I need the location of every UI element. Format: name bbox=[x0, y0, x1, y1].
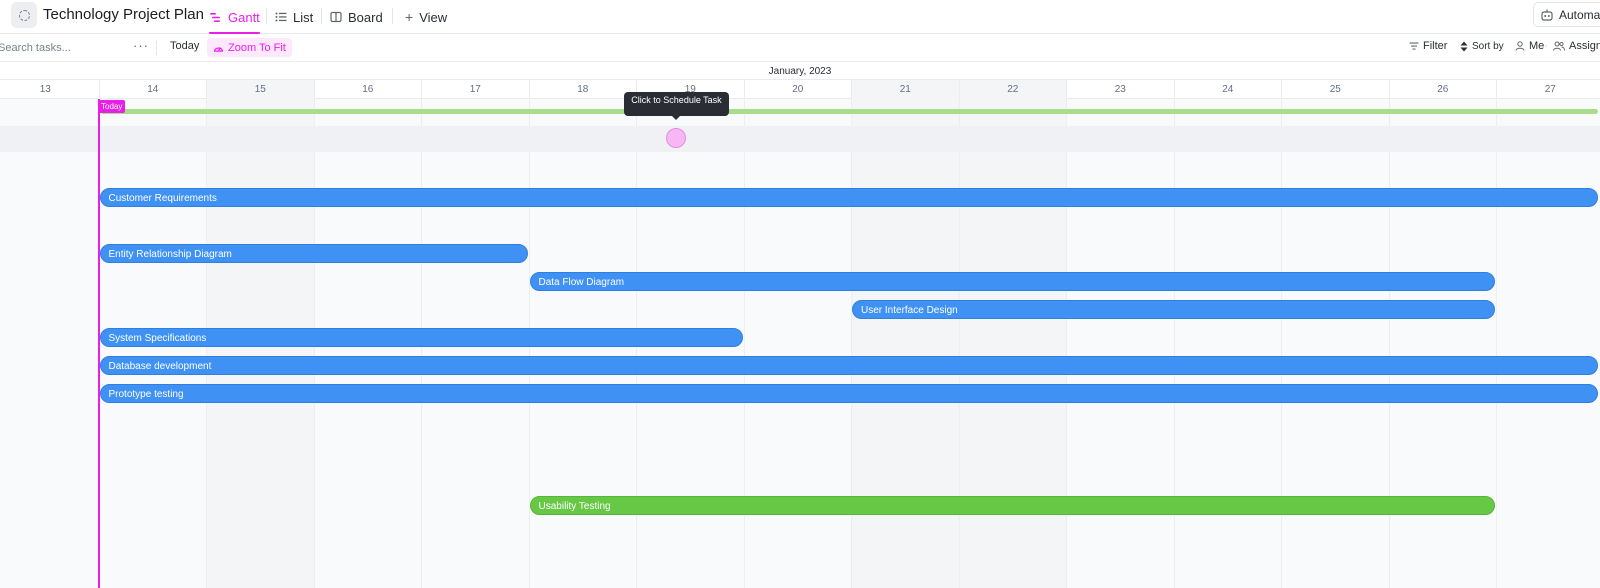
task-bar-label: Customer Requirements bbox=[108, 193, 217, 204]
tab-board-label: Board bbox=[348, 9, 383, 25]
task-bar-label: Entity Relationship Diagram bbox=[108, 249, 232, 260]
task-bar[interactable]: Customer Requirements bbox=[99, 188, 1598, 207]
day-header-cell: 22 bbox=[958, 80, 1066, 99]
gantt-icon bbox=[210, 12, 220, 22]
filter-icon bbox=[1409, 42, 1419, 50]
more-options-icon[interactable]: ··· bbox=[133, 38, 149, 53]
filter-label: Filter bbox=[1423, 40, 1448, 52]
day-header-cell: 13 bbox=[0, 80, 99, 99]
tab-gantt[interactable]: Gantt bbox=[209, 0, 260, 34]
day-header-cell: 15 bbox=[206, 80, 314, 99]
space-icon[interactable] bbox=[11, 2, 37, 28]
day-header-cell: 20 bbox=[743, 80, 852, 99]
gantt-toolbar: ··· Today Zoom To Fit Filter Sort by Me … bbox=[0, 34, 1600, 62]
search-input[interactable] bbox=[0, 39, 118, 56]
schedule-row-highlight[interactable] bbox=[0, 126, 1600, 152]
task-bar[interactable]: Prototype testing bbox=[99, 384, 1598, 403]
tab-list-label: List bbox=[293, 9, 314, 25]
day-header-cell: 16 bbox=[313, 80, 422, 99]
filter-button[interactable]: Filter bbox=[1409, 40, 1447, 52]
me-label: Me bbox=[1529, 40, 1545, 52]
add-view-label: View bbox=[419, 9, 448, 25]
sort-button[interactable]: Sort by bbox=[1460, 41, 1504, 52]
schedule-task-dot[interactable] bbox=[666, 128, 686, 148]
task-bar-label: System Specifications bbox=[108, 333, 207, 344]
page-title: Technology Project Plan bbox=[43, 6, 204, 23]
assignee-filter-button[interactable]: Assignee bbox=[1553, 40, 1600, 52]
day-header: 13 14 15 16 17 18 19 20 21 22 23 24 25 26 27 bbox=[0, 80, 1600, 99]
task-bar[interactable]: User Interface Design bbox=[852, 300, 1495, 319]
day-header-cell: 14 bbox=[98, 80, 207, 99]
automate-button[interactable]: Automate bbox=[1533, 2, 1600, 27]
sort-icon bbox=[1460, 41, 1468, 52]
task-bar-label: Data Flow Diagram bbox=[538, 277, 625, 288]
users-icon bbox=[1553, 41, 1565, 51]
task-bar-label: User Interface Design bbox=[861, 305, 958, 316]
zoom-to-fit-button[interactable]: Zoom To Fit bbox=[207, 38, 292, 57]
sort-label: Sort by bbox=[1472, 41, 1504, 52]
day-header-cell: 25 bbox=[1281, 80, 1389, 99]
task-bar-label: Database development bbox=[108, 361, 212, 372]
day-header-cell: 24 bbox=[1173, 80, 1282, 99]
task-bar[interactable]: Database development bbox=[99, 356, 1598, 375]
day-header-cell: 27 bbox=[1496, 80, 1600, 99]
today-badge: Today bbox=[98, 100, 126, 113]
project-progress-bar bbox=[100, 109, 1598, 114]
day-header-cell: 21 bbox=[851, 80, 959, 99]
schedule-tooltip: Click to Schedule Task bbox=[624, 92, 729, 120]
tab-gantt-label: Gantt bbox=[228, 9, 260, 25]
day-column bbox=[1496, 99, 1600, 588]
tab-list[interactable]: List bbox=[275, 0, 313, 34]
plus-icon: + bbox=[405, 9, 414, 25]
user-icon bbox=[1515, 41, 1525, 51]
dot-separator: · bbox=[1544, 40, 1548, 52]
today-marker-line bbox=[98, 99, 100, 588]
month-header: January, 2023 bbox=[0, 62, 1600, 80]
gantt-chart: January, 2023 13 14 15 16 17 18 19 20 21 22 23 24 25… bbox=[0, 62, 1600, 588]
month-label: January, 2023 bbox=[768, 66, 832, 77]
tab-board[interactable]: Board bbox=[330, 0, 383, 34]
task-bar[interactable]: Data Flow Diagram bbox=[529, 272, 1495, 291]
list-icon bbox=[275, 12, 287, 22]
task-bar[interactable]: Usability Testing bbox=[529, 496, 1495, 515]
add-view-button[interactable]: + View bbox=[405, 0, 447, 34]
task-bar-label: Prototype testing bbox=[108, 389, 184, 400]
robot-icon bbox=[1541, 9, 1553, 21]
day-column bbox=[0, 99, 99, 588]
day-header-cell: 26 bbox=[1388, 80, 1497, 99]
me-filter-button[interactable]: Me bbox=[1515, 40, 1544, 52]
day-header-cell: 18 bbox=[528, 80, 637, 99]
board-icon bbox=[330, 11, 342, 23]
zoom-to-fit-label: Zoom To Fit bbox=[228, 41, 286, 54]
today-button[interactable]: Today bbox=[170, 40, 199, 52]
task-bar[interactable]: Entity Relationship Diagram bbox=[99, 244, 528, 263]
assignee-label: Assignee bbox=[1569, 40, 1600, 52]
task-bar-label: Usability Testing bbox=[538, 501, 611, 512]
day-header-cell: 17 bbox=[421, 80, 529, 99]
automate-label: Automate bbox=[1559, 7, 1600, 22]
zoom-fit-icon bbox=[213, 47, 224, 52]
top-header: Technology Project Plan Gantt List Board… bbox=[0, 0, 1600, 34]
task-bar[interactable]: System Specifications bbox=[99, 328, 743, 347]
day-header-cell: 23 bbox=[1066, 80, 1174, 99]
